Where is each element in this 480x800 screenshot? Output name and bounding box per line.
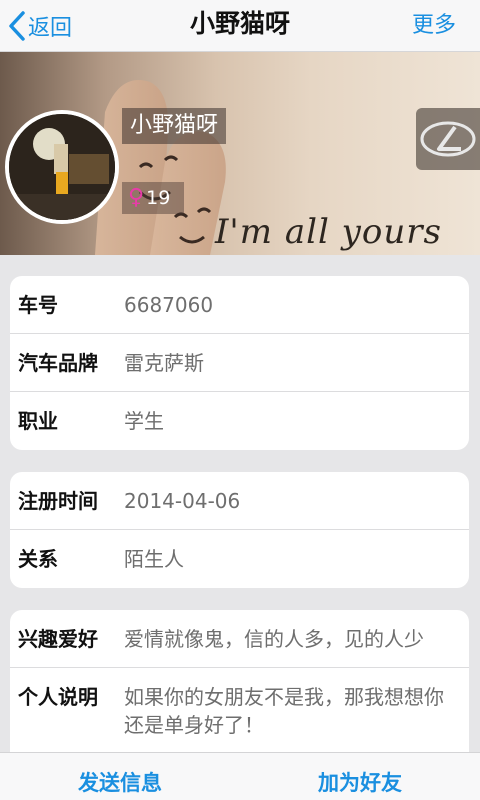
list-item: 职业 学生 — [10, 392, 469, 450]
row-value: 学生 — [124, 409, 164, 433]
gender-age-badge: ♀ 19 — [122, 182, 184, 214]
row-value: 2014-04-06 — [124, 489, 241, 513]
row-value: 陌生人 — [124, 547, 184, 571]
row-label: 关系 — [18, 547, 58, 571]
send-message-button[interactable]: 发送信息 — [78, 753, 162, 800]
list-item: 兴趣爱好 爱情就像鬼，信的人多，见的人少 — [10, 610, 469, 668]
avatar-photo — [9, 114, 115, 220]
row-value: 6687060 — [124, 293, 214, 317]
bottom-action-bar: 发送信息 加为好友 — [0, 752, 480, 800]
row-value: 雷克萨斯 — [124, 351, 204, 375]
lexus-logo-icon — [420, 121, 476, 157]
car-brand-logo — [416, 108, 480, 170]
account-info-group: 注册时间 2014-04-06 关系 陌生人 — [10, 472, 469, 588]
add-friend-button[interactable]: 加为好友 — [318, 753, 402, 800]
profile-banner: I'm all yours 小野猫呀 ♀ 19 — [0, 52, 480, 255]
row-value: 爱情就像鬼，信的人多，见的人少 — [124, 627, 424, 651]
car-info-group: 车号 6687060 汽车品牌 雷克萨斯 职业 学生 — [10, 276, 469, 450]
row-label: 注册时间 — [18, 489, 98, 513]
row-label: 汽车品牌 — [18, 351, 98, 375]
row-label: 车号 — [18, 293, 58, 317]
list-item: 车号 6687060 — [10, 276, 469, 334]
personal-info-group: 兴趣爱好 爱情就像鬼，信的人多，见的人少 个人说明 如果你的女朋友不是我，那我想… — [10, 610, 469, 752]
list-item: 关系 陌生人 — [10, 530, 469, 588]
row-label: 兴趣爱好 — [18, 627, 98, 651]
row-label: 个人说明 — [18, 685, 98, 709]
list-item: 注册时间 2014-04-06 — [10, 472, 469, 530]
list-item: 个人说明 如果你的女朋友不是我，那我想想你还是单身好了！ — [10, 668, 469, 750]
banner-handwriting: I'm all yours — [215, 212, 442, 252]
row-label: 职业 — [18, 409, 58, 433]
age-value: 19 — [146, 187, 171, 209]
list-item: 汽车品牌 雷克萨斯 — [10, 334, 469, 392]
more-button[interactable]: 更多 — [412, 8, 456, 44]
profile-screen: 返回 小野猫呀 更多 I'm all yours 小野猫呀 ♀ 19 车号 66… — [0, 0, 480, 800]
row-value: 如果你的女朋友不是我，那我想想你还是单身好了！ — [124, 685, 444, 737]
navigation-bar: 返回 小野猫呀 更多 — [0, 0, 480, 52]
female-icon: ♀ — [128, 185, 145, 210]
avatar[interactable] — [5, 110, 119, 224]
profile-name: 小野猫呀 — [122, 108, 227, 144]
page-title: 小野猫呀 — [189, 9, 290, 38]
